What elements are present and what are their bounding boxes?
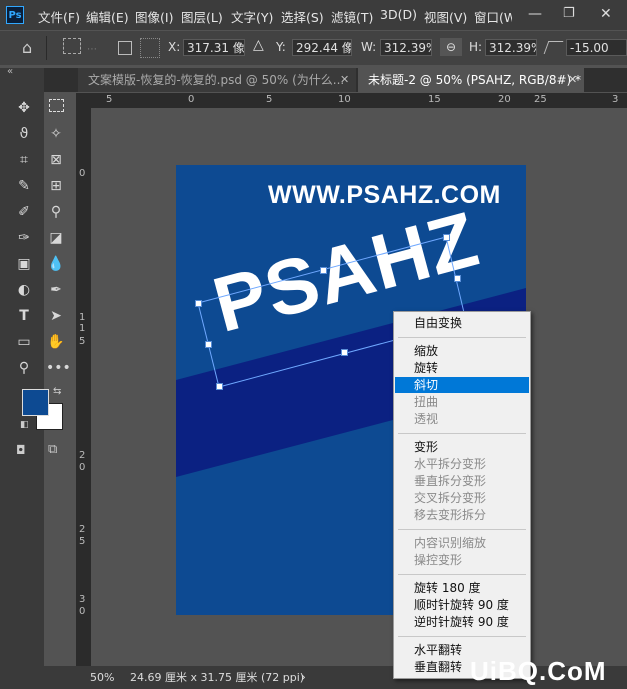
transform-handle[interactable] xyxy=(205,341,212,348)
watermark-logo: UiBQ.CoM xyxy=(470,656,607,686)
menu-item-rotate[interactable]: 旋转 xyxy=(395,360,529,376)
menu-item-vertical-split-warp: 垂直拆分变形 xyxy=(414,474,487,488)
menu-item-distort: 扭曲 xyxy=(414,395,439,409)
menu-separator xyxy=(398,529,526,530)
menu-item-rotate-90-ccw[interactable]: 逆时针旋转 90 度 xyxy=(395,614,529,630)
menu-item-remove-warp-split: 移去变形拆分 xyxy=(414,508,487,522)
document-size: 24.69 厘米 x 31.75 厘米 (72 ppi) xyxy=(130,671,305,684)
menu-item-scale[interactable]: 缩放 xyxy=(395,343,529,359)
menu-item-perspective: 透视 xyxy=(414,412,439,426)
transform-handle[interactable] xyxy=(454,275,461,282)
menu-separator xyxy=(398,433,526,434)
menu-item-free-transform[interactable]: 自由变换 xyxy=(395,315,529,331)
transform-handle[interactable] xyxy=(443,234,450,241)
menu-separator xyxy=(398,574,526,575)
transform-handle[interactable] xyxy=(320,267,327,274)
menu-separator xyxy=(398,636,526,637)
transform-handle[interactable] xyxy=(216,383,223,390)
transform-box xyxy=(197,236,467,388)
context-menu: 自由变换 缩放 旋转 斜切 扭曲 透视 变形 水平拆分变形 垂直拆分变形 交叉拆… xyxy=(393,311,531,679)
menu-separator xyxy=(398,337,526,338)
menu-item-skew[interactable]: 斜切 xyxy=(395,377,529,393)
status-menu-icon[interactable]: › xyxy=(301,666,306,689)
menu-item-rotate-180[interactable]: 旋转 180 度 xyxy=(395,580,529,596)
menu-item-warp[interactable]: 变形 xyxy=(395,439,529,455)
menu-item-content-aware-scale: 内容识别缩放 xyxy=(414,536,487,550)
menu-item-horizontal-split-warp: 水平拆分变形 xyxy=(414,457,487,471)
zoom-level[interactable]: 50% xyxy=(90,666,114,689)
menu-item-cross-split-warp: 交叉拆分变形 xyxy=(414,491,487,505)
transform-handle[interactable] xyxy=(341,349,348,356)
menu-item-rotate-90-cw[interactable]: 顺时针旋转 90 度 xyxy=(395,597,529,613)
transform-handle[interactable] xyxy=(195,300,202,307)
menu-item-puppet-warp: 操控变形 xyxy=(414,553,463,567)
